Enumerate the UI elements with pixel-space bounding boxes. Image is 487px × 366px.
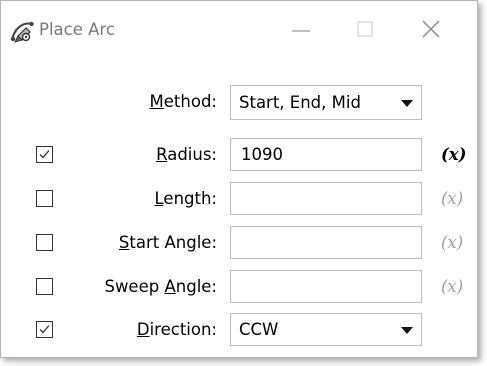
place-arc-dialog: Place Arc Method: Start, End, Mid Radius…	[0, 0, 478, 358]
start-angle-variable-button[interactable]: (x)	[441, 232, 463, 254]
direction-checkbox[interactable]	[36, 321, 53, 338]
sweep-angle-input[interactable]	[230, 270, 422, 303]
radius-value: 1090	[241, 145, 283, 164]
direction-dropdown-value: CCW	[239, 320, 279, 339]
start-angle-input[interactable]	[230, 226, 422, 259]
radius-input[interactable]: 1090	[230, 138, 422, 171]
direction-dropdown[interactable]: CCW	[230, 313, 422, 346]
sweep-angle-label: Sweep Angle:	[104, 277, 217, 296]
minimize-icon	[292, 30, 310, 32]
length-checkbox[interactable]	[36, 190, 53, 207]
minimize-button[interactable]	[281, 15, 321, 45]
checkmark-icon	[39, 150, 50, 159]
close-icon	[422, 20, 440, 38]
radius-label: Radius:	[156, 145, 217, 164]
title-bar[interactable]: Place Arc	[1, 1, 477, 63]
method-dropdown[interactable]: Start, End, Mid	[230, 85, 422, 120]
start-angle-label: Start Angle:	[118, 233, 217, 252]
method-dropdown-value: Start, End, Mid	[239, 93, 361, 112]
chevron-down-icon	[401, 327, 413, 334]
length-label: Length:	[154, 189, 217, 208]
sweep-angle-variable-button[interactable]: (x)	[441, 276, 463, 298]
sweep-angle-checkbox[interactable]	[36, 278, 53, 295]
place-arc-tool-icon	[9, 18, 35, 44]
checkmark-icon	[39, 325, 50, 334]
radius-checkbox[interactable]	[36, 146, 53, 163]
close-button[interactable]	[411, 15, 451, 45]
length-variable-button[interactable]: (x)	[441, 188, 463, 210]
start-angle-checkbox[interactable]	[36, 234, 53, 251]
maximize-icon	[357, 21, 373, 37]
length-input[interactable]	[230, 182, 422, 215]
maximize-button[interactable]	[345, 15, 385, 45]
direction-label: Direction:	[136, 320, 217, 339]
window-title: Place Arc	[39, 20, 115, 39]
chevron-down-icon	[401, 100, 413, 107]
method-label: Method:	[149, 92, 217, 111]
radius-variable-button[interactable]: (x)	[441, 144, 466, 166]
